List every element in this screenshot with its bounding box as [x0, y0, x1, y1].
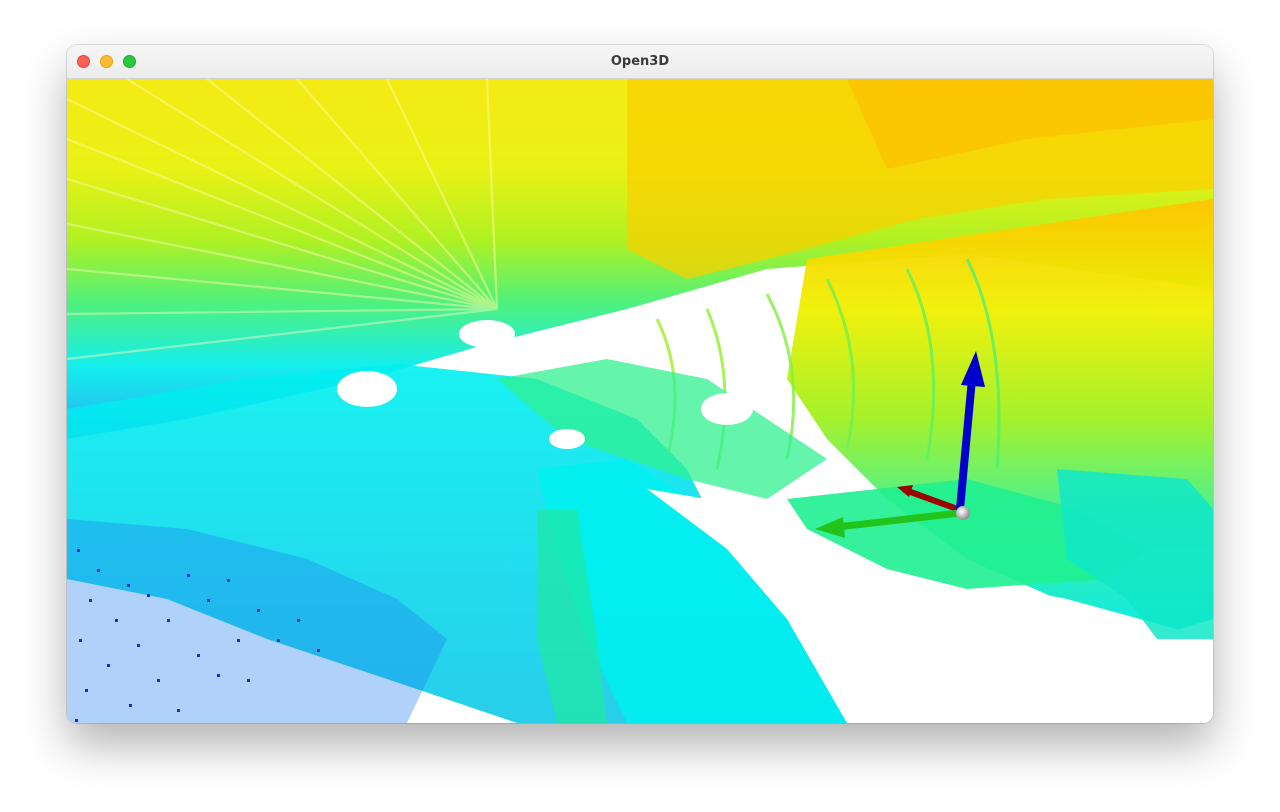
3d-viewport[interactable]	[67, 79, 1213, 723]
title-bar[interactable]: Open3D	[67, 45, 1213, 79]
origin-sphere	[956, 506, 970, 520]
desktop: Open3D	[0, 0, 1280, 812]
point-cloud-canvas[interactable]	[67, 79, 1213, 723]
window-title: Open3D	[610, 54, 670, 69]
open3d-window[interactable]: Open3D	[67, 45, 1213, 723]
